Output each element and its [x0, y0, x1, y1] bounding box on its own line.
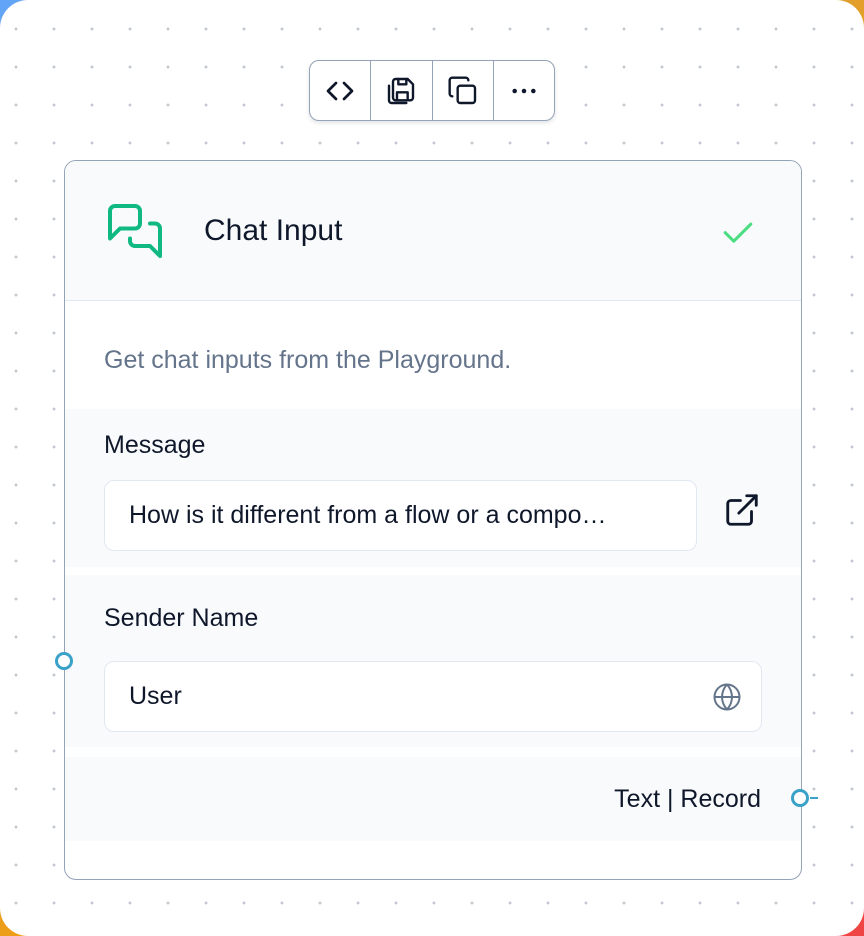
code-button[interactable]: [310, 61, 372, 120]
node-title: Chat Input: [204, 214, 343, 247]
message-label: Message: [104, 431, 206, 459]
input-handle[interactable]: [55, 652, 73, 670]
sender-name-label: Sender Name: [104, 604, 259, 632]
messages-square-icon: [108, 204, 162, 258]
check-icon: [723, 222, 753, 243]
external-link-icon[interactable]: [723, 491, 761, 529]
node-description: Get chat inputs from the Playground.: [104, 346, 512, 374]
message-input[interactable]: How is it different from a flow or a com…: [104, 480, 697, 551]
flow-canvas[interactable]: Chat Input Get chat inputs from the Play…: [0, 0, 864, 936]
duplicate-button[interactable]: [433, 61, 494, 120]
node-header: Chat Input: [65, 161, 801, 301]
code-icon: [326, 81, 354, 100]
node-toolbar: [309, 60, 555, 121]
output-handle[interactable]: [791, 789, 809, 807]
chat-input-node[interactable]: Chat Input Get chat inputs from the Play…: [64, 160, 802, 880]
output-edge-stub: [810, 797, 818, 799]
more-options-button[interactable]: [494, 61, 554, 120]
globe-icon[interactable]: [712, 682, 742, 712]
copy-icon: [448, 75, 476, 104]
output-label: Text | Record: [614, 785, 761, 813]
more-horizontal-icon: [512, 88, 536, 93]
save-icon: [388, 77, 415, 104]
sender-name-input[interactable]: User: [104, 661, 762, 732]
save-button[interactable]: [371, 61, 433, 120]
